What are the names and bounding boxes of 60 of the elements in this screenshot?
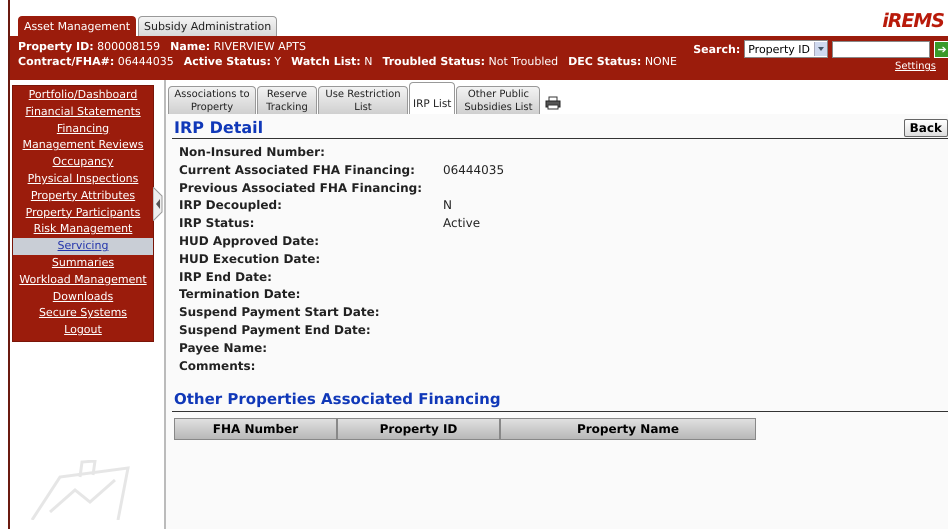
sidebar-link[interactable]: Portfolio/Dashboard (13, 87, 153, 104)
detail-tab[interactable]: Other Public Subsidies List (456, 86, 540, 114)
go-button[interactable]: ➔ (934, 40, 948, 58)
field-value: 06444035 (443, 162, 506, 179)
field-label: IRP Decoupled: (179, 198, 283, 214)
settings-link[interactable]: Settings (894, 61, 936, 72)
field-label: Suspend Payment Start Date: (179, 305, 381, 321)
sidebar-link[interactable]: Risk Management (13, 221, 153, 238)
detail-tab[interactable]: Use Restriction List (318, 86, 408, 114)
property-info: Active Status: Y (184, 55, 282, 68)
detail-tab[interactable]: Reserve Tracking (257, 86, 317, 114)
column-header: Property Name (500, 418, 756, 440)
property-info: Property ID: 800008159 (18, 40, 160, 53)
field-label: Termination Date: (179, 287, 302, 304)
property-info: Contract/FHA#: 06444035 (18, 55, 174, 68)
sidebar-link[interactable]: Occupancy (13, 154, 153, 171)
sidebar-link[interactable]: Physical Inspections (13, 170, 153, 188)
field-label: HUD Execution Date: (179, 252, 322, 268)
field-label: Payee Name: (179, 340, 268, 357)
search-type-dropdown[interactable]: Property ID (744, 40, 828, 58)
sidebar-link[interactable]: Secure Systems (13, 305, 153, 322)
field-label: Suspend Payment End Date: (179, 322, 372, 339)
sidebar-link[interactable]: Management Reviews (13, 137, 153, 154)
field-label: HUD Approved Date: (179, 234, 320, 250)
property-info: DEC Status: NONE (568, 55, 677, 68)
search-field[interactable] (832, 40, 930, 58)
app-tab[interactable]: Asset Management (18, 16, 136, 36)
sidebar-link[interactable]: Downloads (13, 288, 153, 306)
section-heading: IRP Detail (174, 118, 264, 137)
field-label: IRP Status: (179, 216, 256, 232)
detail-tab[interactable]: IRP List (409, 82, 456, 114)
search-label: Search: (693, 42, 740, 56)
field-label: Comments: (179, 358, 256, 374)
sidebar-link[interactable]: Property Attributes (13, 188, 153, 205)
section-heading: Other Properties Associated Financing (172, 390, 948, 412)
detail-tab[interactable]: Associations to Property (168, 86, 256, 114)
collapse-arrow-icon[interactable] (153, 187, 163, 221)
sidebar-link[interactable]: Property Participants (13, 204, 153, 222)
sidebar-link[interactable]: Financing (13, 120, 153, 138)
field-value: Active (443, 216, 482, 232)
field-value: N (443, 198, 453, 214)
printer-icon[interactable] (545, 96, 562, 110)
sidebar-link[interactable]: Logout (13, 322, 153, 339)
back-button[interactable]: Back (904, 118, 948, 136)
logo: iREMS (882, 10, 944, 32)
sidebar-link[interactable]: Summaries (13, 254, 153, 272)
sidebar-link[interactable]: Servicing (13, 238, 153, 255)
field-label: Previous Associated FHA Financing: (179, 180, 424, 196)
column-header: FHA Number (174, 418, 337, 440)
dropdown-caret-icon (814, 42, 827, 56)
property-info: Troubled Status: Not Troubled (382, 55, 558, 68)
sidebar-link[interactable]: Workload Management (13, 272, 153, 289)
field-label: IRP End Date: (179, 270, 273, 286)
column-header: Property ID (337, 418, 500, 440)
property-info: Name: RIVERVIEW APTS (170, 40, 306, 53)
field-label: Current Associated FHA Financing: (179, 162, 416, 179)
app-tab[interactable]: Subsidy Administration (138, 16, 278, 36)
sidebar-link[interactable]: Financial Statements (13, 104, 153, 121)
field-label: Non-Insured Number: (179, 145, 326, 161)
property-info: Watch List: N (291, 55, 372, 68)
